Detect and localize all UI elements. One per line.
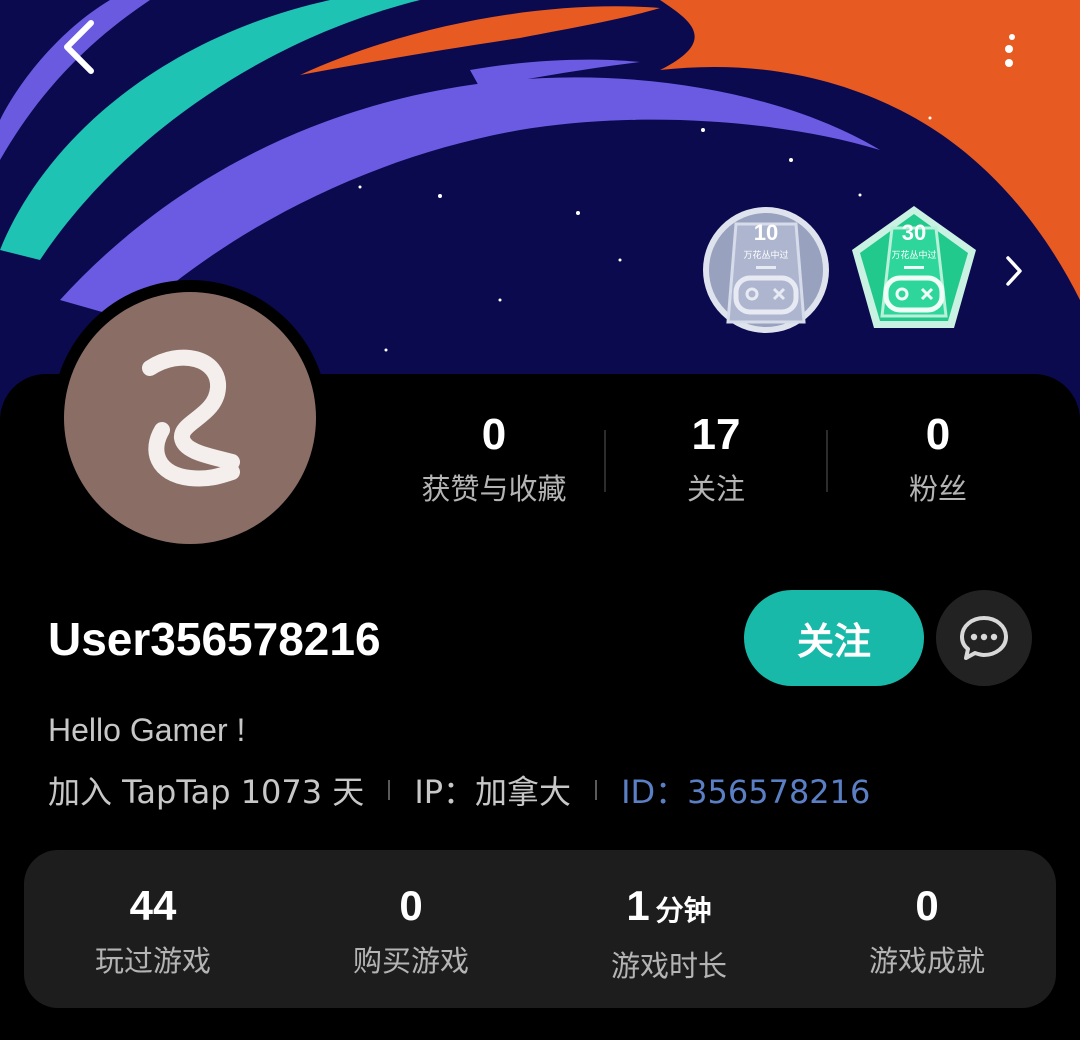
stat-value: 0 [915,880,938,932]
badge-30[interactable]: 30 万花丛中过 [848,204,980,336]
stat-value: 0 [925,410,951,459]
message-button[interactable] [936,590,1032,686]
stat-games-purchased[interactable]: 0 购买游戏 [282,850,540,1008]
stat-label: 游戏时长 [610,949,727,983]
stat-play-time[interactable]: 1 分钟 游戏时长 [540,850,798,1008]
stat-following[interactable]: 17 关注 [606,408,826,508]
stat-number: 1 [626,882,650,929]
badge-caption: 万花丛中过 [891,251,937,261]
avatar-glyph-icon [142,349,240,487]
stat-value: 1 分钟 [626,880,711,937]
stat-label: 粉丝 [908,472,967,506]
profile-meta: 加入 TapTap 1073 天 IP：加拿大 ID：356578216 [48,768,870,812]
badge-caption: 万花丛中过 [743,251,789,261]
stat-achievements[interactable]: 0 游戏成就 [798,850,1056,1008]
more-options-button[interactable] [984,14,1034,84]
user-id[interactable]: ID：356578216 [621,767,870,813]
divider [595,780,598,800]
stat-unit: 分钟 [655,895,712,926]
badge-number: 30 [901,220,927,245]
stat-label: 获赞与收藏 [421,472,567,506]
stat-number: 44 [129,882,177,929]
joined-days: 加入 TapTap 1073 天 [48,773,365,811]
stat-value: 0 [481,410,507,459]
ip-location: IP：加拿大 [414,773,572,811]
stat-label: 玩过游戏 [94,944,211,978]
stat-number: 0 [915,882,939,929]
stat-games-played[interactable]: 44 玩过游戏 [24,850,282,1008]
badge-10[interactable]: 10 万花丛中过 [700,204,832,336]
follow-button[interactable]: 关注 [744,590,924,686]
chevron-right-icon [1006,256,1022,286]
game-stats-panel: 44 玩过游戏 0 购买游戏 1 分钟 游戏时长 0 游戏成就 [24,850,1056,1008]
stat-number: 0 [399,882,423,929]
username: User356578216 [48,613,381,665]
stat-label: 游戏成就 [868,944,985,978]
stat-followers[interactable]: 0 粉丝 [828,408,1048,508]
stat-label: 购买游戏 [352,944,469,978]
badge-number: 10 [753,220,779,245]
profile-stats: 0 获赞与收藏 17 关注 0 粉丝 [384,408,1048,508]
avatar[interactable] [52,280,328,556]
divider [388,780,391,800]
stat-likes[interactable]: 0 获赞与收藏 [384,408,604,508]
stat-value: 44 [130,880,177,932]
stat-label: 关注 [686,472,745,506]
stat-value: 17 [691,410,741,459]
chevron-left-icon [64,20,94,74]
more-vertical-icon [1005,34,1015,67]
stat-value: 0 [399,880,422,932]
avatar-image [64,292,316,544]
bio-text: Hello Gamer ! [48,712,246,748]
chat-bubble-icon [960,616,1008,660]
back-button[interactable] [44,12,114,82]
badges-more-button[interactable] [994,246,1034,296]
